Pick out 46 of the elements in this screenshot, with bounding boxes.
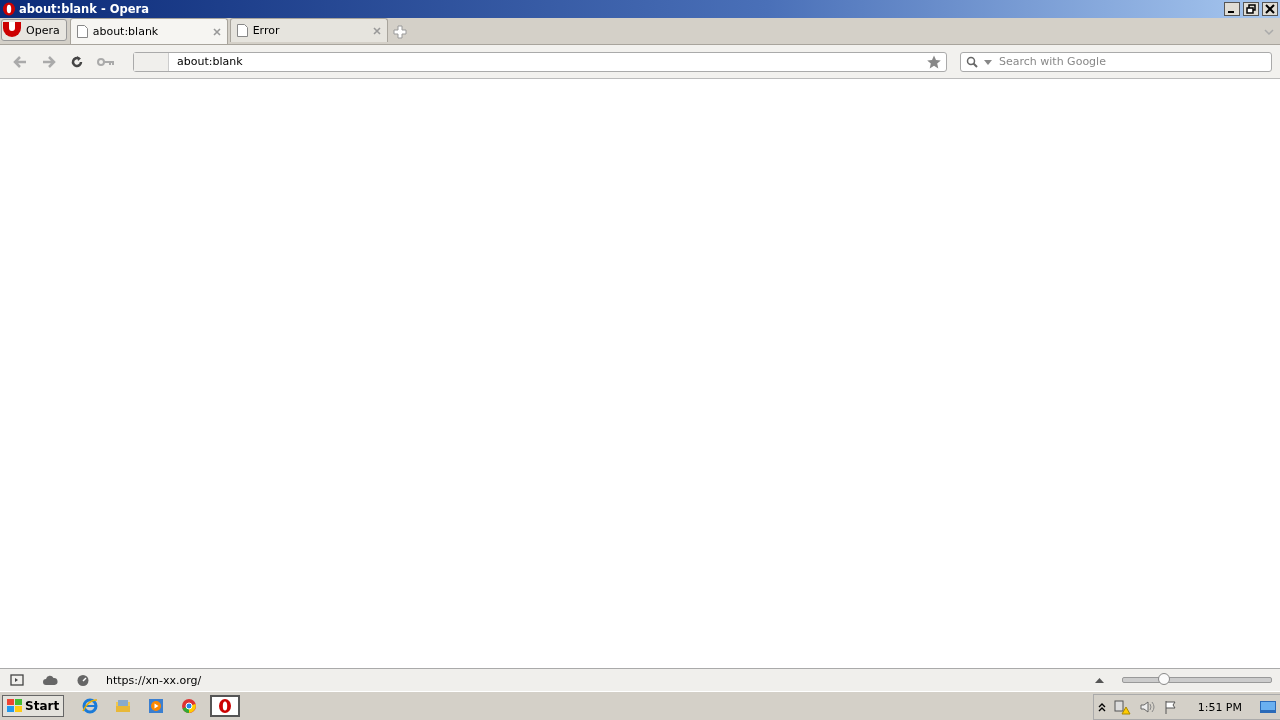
media-player-icon [148,698,165,714]
chevron-up-icon[interactable] [1097,702,1106,712]
taskbar-button[interactable] [210,695,241,717]
folder-icon [115,698,132,714]
page-icon [76,25,88,38]
forward-icon[interactable] [41,54,57,69]
close-tab-icon[interactable] [372,26,381,35]
close-button[interactable] [1262,2,1278,16]
reload-icon[interactable] [70,54,84,69]
search-field[interactable]: Search with Google [960,51,1272,72]
opera-icon [217,698,234,714]
opera-logo-icon [2,2,16,16]
minimize-icon [1228,11,1234,13]
star-icon[interactable] [927,54,941,69]
page-icon [236,24,248,37]
volume-icon[interactable] [1139,700,1156,714]
opera-logo-icon [2,22,22,38]
speedometer-icon[interactable] [76,674,90,686]
windows-logo-icon [7,699,23,713]
restore-icon [1246,4,1256,14]
dropdown-icon[interactable] [984,59,992,65]
back-icon[interactable] [12,54,28,69]
clock[interactable]: 1:51 PM [1197,700,1242,714]
key-icon[interactable] [97,56,115,67]
status-url: https://xn-xx.org/ [106,673,202,687]
show-desktop-icon[interactable] [1260,701,1276,713]
start-button[interactable]: Start [2,695,65,717]
chrome-icon [181,698,198,714]
search-icon [966,55,978,68]
minimize-button[interactable] [1224,2,1240,16]
address-field[interactable]: about:blank [133,51,947,72]
restore-button[interactable] [1243,2,1259,16]
close-icon [1265,4,1275,14]
new-tab-icon[interactable] [392,25,407,39]
panel-icon[interactable] [10,674,24,686]
collapse-icon[interactable] [1095,677,1104,683]
flag-icon[interactable] [1163,700,1178,714]
network-warning-icon[interactable] [1113,699,1132,715]
tab[interactable]: about:blank [69,18,228,44]
opera-menu-button[interactable]: Opera [1,19,67,41]
tab[interactable]: Error [229,18,388,42]
close-tab-icon[interactable] [212,27,221,36]
zoom-slider-thumb[interactable] [1158,673,1171,685]
ie-icon [82,698,99,714]
cloud-icon[interactable] [42,674,58,686]
window-title: about:blank - Opera [19,2,149,16]
